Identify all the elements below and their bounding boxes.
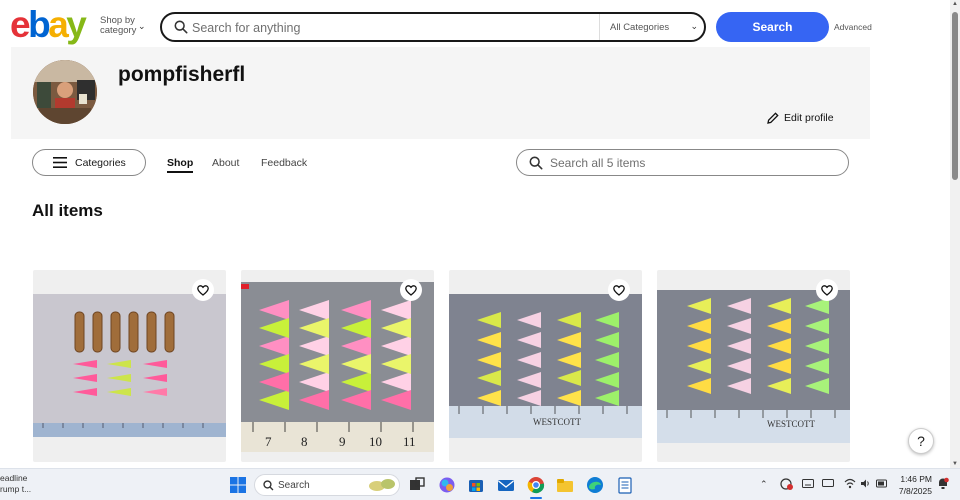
clock-time: 1:46 PM bbox=[900, 474, 932, 484]
item-image[interactable]: WESTCOTT bbox=[657, 290, 850, 443]
heart-icon bbox=[821, 284, 833, 296]
search-button[interactable]: Search bbox=[716, 12, 829, 42]
taskbar-search-label: Search bbox=[278, 480, 310, 491]
clock-date: 7/8/2025 bbox=[898, 486, 932, 496]
scrollbar-thumb[interactable] bbox=[952, 12, 958, 180]
search-icon bbox=[263, 480, 274, 491]
wifi-icon[interactable] bbox=[844, 478, 856, 489]
categories-label: Categories bbox=[75, 156, 126, 169]
keyboard-icon[interactable] bbox=[802, 479, 814, 488]
item-card[interactable]: WESTCOTT bbox=[657, 270, 850, 462]
onedrive-alert-icon[interactable] bbox=[780, 478, 793, 490]
item-image[interactable]: WESTCOTT bbox=[449, 294, 642, 438]
ruler-label: 8 bbox=[301, 434, 308, 449]
scroll-up-arrow-icon[interactable]: ▲ bbox=[952, 1, 958, 7]
news-line2: rump t... bbox=[0, 484, 32, 494]
logo-letter-a: a bbox=[48, 4, 69, 45]
logo-letter-b: b bbox=[28, 4, 51, 45]
notepad-icon[interactable] bbox=[616, 476, 634, 494]
chevron-down-icon[interactable]: ⌄ bbox=[138, 21, 146, 32]
taskbar-search-box[interactable]: Search bbox=[254, 474, 400, 496]
item-image[interactable] bbox=[33, 294, 226, 437]
edit-profile-button[interactable]: Edit profile bbox=[767, 112, 834, 124]
ruler-brand: WESTCOTT bbox=[767, 419, 815, 429]
ruler-label: 9 bbox=[339, 434, 346, 449]
shop-by-label-line2: category bbox=[100, 25, 137, 36]
page-scrollbar[interactable]: ▲ ▼ bbox=[950, 0, 960, 468]
microsoft-store-icon[interactable] bbox=[467, 476, 485, 494]
active-app-indicator bbox=[530, 497, 542, 499]
hamburger-menu-icon bbox=[53, 157, 67, 168]
category-select[interactable]: All Categories ⌄ bbox=[599, 14, 706, 40]
watch-heart-button[interactable] bbox=[400, 279, 422, 301]
chrome-icon[interactable] bbox=[527, 476, 545, 494]
shop-by-category-button[interactable]: Shop by category bbox=[100, 16, 136, 36]
avatar bbox=[33, 60, 97, 124]
search-icon bbox=[174, 20, 188, 34]
item-card[interactable]: WESTCOTT bbox=[449, 270, 642, 462]
store-search-placeholder: Search all 5 items bbox=[550, 156, 646, 170]
ruler-label: 11 bbox=[403, 434, 416, 449]
item-card[interactable]: 7 8 9 10 11 bbox=[241, 270, 434, 462]
ebay-store-page: ebay Shop by category ⌄ All Categories ⌄… bbox=[0, 0, 960, 500]
edit-profile-label: Edit profile bbox=[784, 112, 834, 124]
heart-icon bbox=[405, 284, 417, 296]
news-line1: eadline bbox=[0, 473, 28, 483]
global-header: ebay Shop by category ⌄ All Categories ⌄… bbox=[0, 0, 950, 50]
chevron-down-icon: ⌄ bbox=[690, 21, 698, 31]
category-select-value: All Categories bbox=[610, 22, 670, 33]
advanced-search-link[interactable]: Advanced bbox=[834, 22, 872, 32]
windows-start-icon[interactable] bbox=[229, 476, 247, 494]
logo-letter-e: e bbox=[10, 4, 31, 45]
global-search-input[interactable] bbox=[192, 19, 592, 37]
logo-letter-y: y bbox=[66, 4, 87, 45]
help-button[interactable]: ? bbox=[908, 428, 934, 454]
section-title: All items bbox=[32, 201, 103, 220]
item-card[interactable] bbox=[33, 270, 226, 462]
ruler-label: 10 bbox=[369, 434, 382, 449]
task-view-icon[interactable] bbox=[408, 476, 426, 494]
copilot-icon[interactable] bbox=[438, 476, 456, 494]
display-icon[interactable] bbox=[822, 479, 834, 488]
avatar-image bbox=[33, 60, 97, 124]
ruler-label: 7 bbox=[265, 434, 272, 449]
news-widget[interactable]: eadline rump t... bbox=[0, 473, 31, 495]
store-search-input[interactable]: Search all 5 items bbox=[516, 149, 849, 176]
global-search-bar: All Categories ⌄ bbox=[160, 12, 706, 42]
tab-feedback[interactable]: Feedback bbox=[261, 157, 307, 169]
watch-heart-button[interactable] bbox=[192, 279, 214, 301]
categories-button[interactable]: Categories bbox=[32, 149, 146, 176]
search-highlight-icon bbox=[369, 479, 395, 491]
notification-bell-icon[interactable] bbox=[937, 477, 949, 490]
tab-shop[interactable]: Shop bbox=[167, 157, 194, 173]
heart-icon bbox=[197, 284, 209, 296]
watch-heart-button[interactable] bbox=[608, 279, 630, 301]
item-image[interactable]: 7 8 9 10 11 bbox=[241, 282, 434, 452]
file-explorer-icon[interactable] bbox=[556, 476, 574, 494]
tab-about[interactable]: About bbox=[212, 157, 239, 169]
ebay-logo[interactable]: ebay bbox=[10, 4, 87, 45]
store-username: pompfisherfl bbox=[118, 63, 246, 86]
search-icon bbox=[529, 156, 543, 170]
system-clock[interactable]: 1:46 PM 7/8/2025 bbox=[890, 473, 932, 497]
show-hidden-icons-chevron-icon[interactable]: ⌃ bbox=[760, 479, 768, 490]
scroll-down-arrow-icon[interactable]: ▼ bbox=[952, 461, 958, 467]
watch-heart-button[interactable] bbox=[816, 279, 838, 301]
windows-taskbar: eadline rump t... Search ⌃ 1:46 PM 7/8/2… bbox=[0, 468, 960, 500]
battery-icon[interactable] bbox=[876, 479, 888, 488]
ruler-brand: WESTCOTT bbox=[533, 417, 581, 427]
heart-icon bbox=[613, 284, 625, 296]
volume-icon[interactable] bbox=[860, 478, 871, 489]
edge-icon[interactable] bbox=[586, 476, 604, 494]
mail-icon[interactable] bbox=[497, 476, 515, 494]
store-profile-banner: pompfisherfl Edit profile bbox=[11, 47, 870, 139]
pencil-icon bbox=[767, 112, 779, 124]
